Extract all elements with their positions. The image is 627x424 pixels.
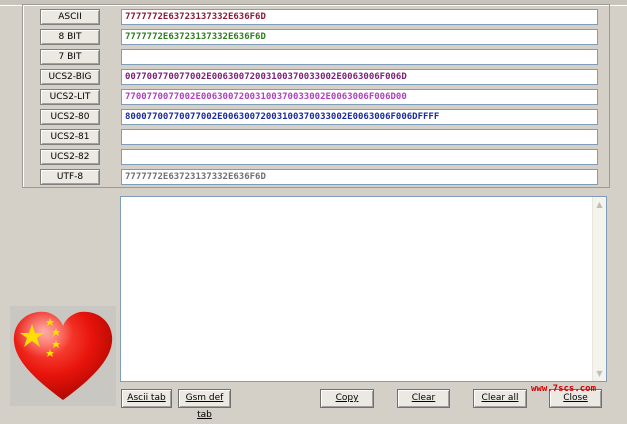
7bit-field[interactable] bbox=[121, 49, 598, 65]
8bit-button[interactable]: 8 BIT bbox=[40, 29, 100, 45]
ucs2-80-field[interactable]: 80007700770077002E0063007200310037003300… bbox=[121, 109, 598, 125]
8bit-field[interactable]: 7777772E63723137332E636F6D bbox=[121, 29, 598, 45]
ucs2-lit-button[interactable]: UCS2-LIT bbox=[40, 89, 100, 105]
ucs2-big-field[interactable]: 007700770077002E00630072003100370033002E… bbox=[121, 69, 598, 85]
7bit-button[interactable]: 7 BIT bbox=[40, 49, 100, 65]
utf8-button[interactable]: UTF-8 bbox=[40, 169, 100, 185]
china-flag-heart-icon bbox=[10, 306, 116, 406]
clear-button[interactable]: Clear bbox=[397, 389, 450, 408]
ascii-tab-button[interactable]: Ascii tab bbox=[121, 389, 172, 408]
input-textarea[interactable]: ▲ ▼ bbox=[120, 196, 607, 382]
gsm-def-tab-button[interactable]: Gsm def tab bbox=[178, 389, 231, 420]
watermark-text: www.7scs.com bbox=[531, 384, 597, 394]
ucs2-82-field[interactable] bbox=[121, 149, 598, 165]
copy-button[interactable]: Copy bbox=[320, 389, 374, 408]
scroll-down-arrow-icon[interactable]: ▼ bbox=[594, 368, 605, 379]
ascii-field[interactable]: 7777772E63723137332E636F6D bbox=[121, 9, 598, 25]
scroll-up-arrow-icon[interactable]: ▲ bbox=[594, 199, 605, 210]
utf8-field[interactable]: 7777772E63723137332E636F6D bbox=[121, 169, 598, 185]
ucs2-82-button[interactable]: UCS2-82 bbox=[40, 149, 100, 165]
ucs2-81-field[interactable] bbox=[121, 129, 598, 145]
ucs2-big-button[interactable]: UCS2-BIG bbox=[40, 69, 100, 85]
ascii-button[interactable]: ASCII bbox=[40, 9, 100, 25]
ucs2-80-button[interactable]: UCS2-80 bbox=[40, 109, 100, 125]
clear-all-button[interactable]: Clear all bbox=[473, 389, 527, 408]
ucs2-lit-field[interactable]: 7700770077002E00630072003100370033002E00… bbox=[121, 89, 598, 105]
ucs2-81-button[interactable]: UCS2-81 bbox=[40, 129, 100, 145]
textarea-scrollbar[interactable]: ▲ ▼ bbox=[592, 197, 606, 381]
